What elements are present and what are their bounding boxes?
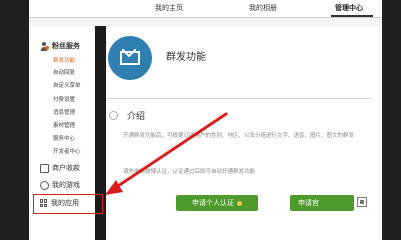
sidebar-games-label: 我的游戏 xyxy=(52,181,80,189)
right-black-margin xyxy=(382,0,401,240)
active-tab-underline xyxy=(331,15,373,17)
qr-code-icon xyxy=(357,197,367,207)
nav-admin-center[interactable]: 管理中心 xyxy=(335,3,363,13)
sidebar-item-auto-reply[interactable]: 自动回复 xyxy=(53,68,75,76)
verification-notice: 请先申请微博认证，认证通过后即可自动开通群发功能 xyxy=(123,169,256,175)
sidebar-item-message-management[interactable]: 消息管理 xyxy=(53,108,75,116)
highlight-box xyxy=(33,194,103,214)
sidebar-item-mass-send[interactable]: 群发功能 xyxy=(53,56,75,64)
sidebar-section-games[interactable]: 我的游戏 xyxy=(40,180,80,190)
game-icon xyxy=(40,180,49,190)
page-title: 群发功能 xyxy=(166,52,206,63)
apply-personal-verification-button[interactable]: 申请个人认证 xyxy=(176,195,258,211)
envelope-flap-icon xyxy=(122,49,136,57)
shop-icon xyxy=(40,163,49,173)
nav-my-album[interactable]: 我的相册 xyxy=(249,3,277,13)
intro-description: 开通群发功能后，可根据订阅用户的性别、地区、以及分组进行文字、语音、图片、图文的… xyxy=(123,133,355,139)
apply-official-verification-button[interactable]: 申请官 xyxy=(290,195,354,211)
top-navigation: 我的主页 我的相册 管理中心 xyxy=(29,0,382,18)
section-divider xyxy=(107,98,372,99)
sidebar-item-service-center[interactable]: 服务中心 xyxy=(53,134,75,142)
sidebar-item-payment-settings[interactable]: 付费设置 xyxy=(53,95,75,103)
fans-person-icon xyxy=(40,41,49,51)
sidebar-item-material-management[interactable]: 素材管理 xyxy=(53,121,75,129)
apply-personal-label: 申请个人认证 xyxy=(192,199,234,207)
intro-heading: 介绍 xyxy=(127,112,146,122)
sidebar-merchant-label: 商户收款 xyxy=(52,164,80,172)
mass-send-feature-icon xyxy=(108,36,152,80)
apply-official-label: 申请官 xyxy=(298,199,319,207)
sidebar-section-label: 粉丝服务 xyxy=(52,42,80,50)
sidebar-item-custom-menu[interactable]: 自定义菜单 xyxy=(53,81,81,89)
sidebar-section-fans-service[interactable]: 粉丝服务 xyxy=(40,41,80,51)
nav-my-homepage[interactable]: 我的主页 xyxy=(155,3,183,13)
left-black-margin xyxy=(0,0,29,240)
sidebar-item-developer-center[interactable]: 开发者中心 xyxy=(53,147,81,155)
verified-badge-icon xyxy=(237,200,242,206)
intro-radio[interactable] xyxy=(109,111,118,120)
sidebar-section-merchant[interactable]: 商户收款 xyxy=(40,163,80,173)
